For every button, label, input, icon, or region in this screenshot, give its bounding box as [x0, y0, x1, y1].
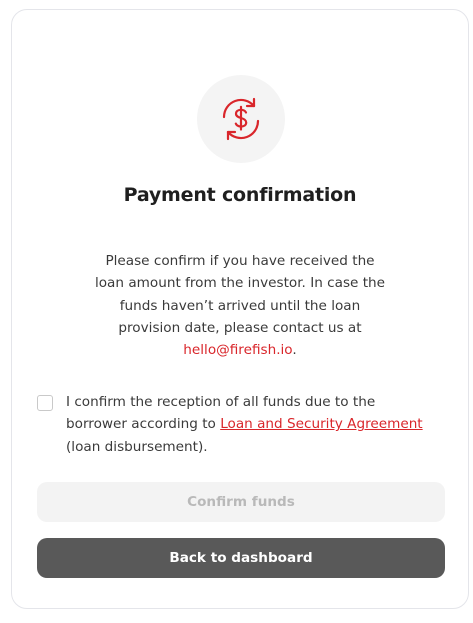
description-line: loan amount from the investor. In case t…: [94, 275, 386, 292]
description-line: funds haven’t arrived until the loan: [119, 297, 361, 314]
email-suffix: .: [292, 342, 297, 359]
description-line: Please confirm if you have received the: [105, 253, 375, 269]
back-to-dashboard-button[interactable]: Back to dashboard: [37, 538, 445, 578]
support-email-link[interactable]: hello@firefish.io: [183, 342, 292, 358]
page-title: Payment confirmation: [123, 184, 357, 206]
confirmation-label: I confirm the reception of all funds due…: [66, 391, 446, 458]
confirm-funds-button[interactable]: Confirm funds: [37, 482, 445, 522]
payment-icon-badge: [197, 75, 285, 163]
confirmation-line: borrower according to: [66, 416, 221, 433]
loan-agreement-link[interactable]: Loan and Security Agreement: [220, 416, 422, 432]
confirmation-line: I confirm the reception of all funds due…: [66, 394, 376, 410]
confirm-funds-checkbox[interactable]: [37, 395, 53, 411]
description-text: Please confirm if you have received the …: [92, 250, 388, 361]
description-line: provision date, please contact us at: [118, 319, 362, 336]
confirmation-line: (loan disbursement).: [66, 438, 208, 455]
dollar-exchange-icon: [222, 97, 260, 141]
